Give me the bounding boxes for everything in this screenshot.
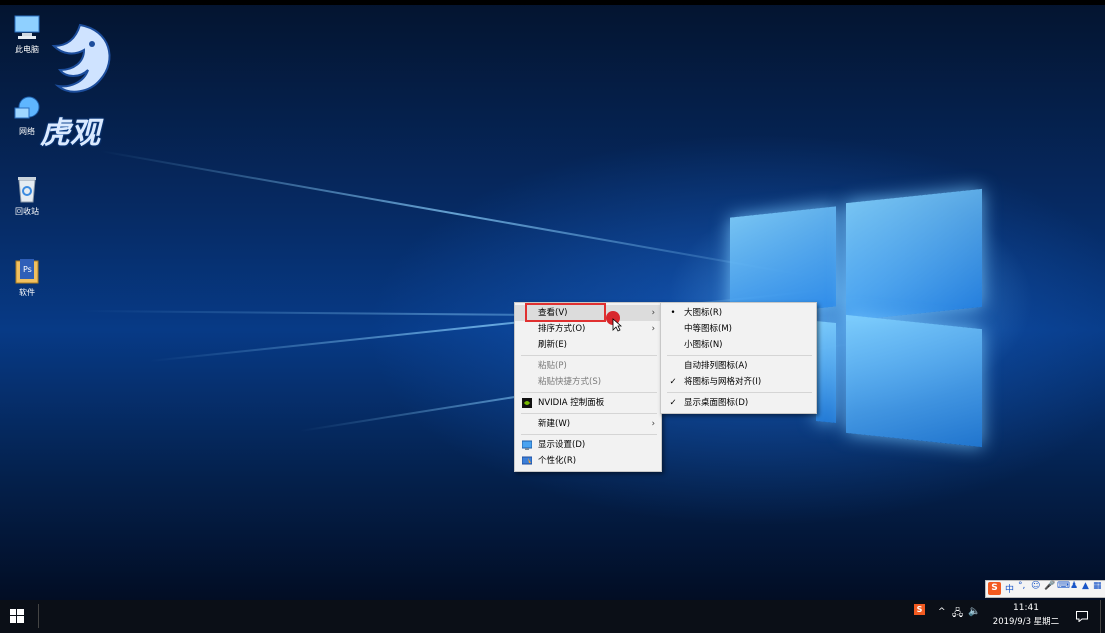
submenu-item-label: 大图标(R) <box>684 308 723 318</box>
submenu-item-large-icons[interactable]: • 大图标(R) <box>661 305 816 321</box>
checkmark-icon: ✓ <box>669 398 677 408</box>
ime-mode-toggle[interactable]: 中 <box>1005 582 1014 595</box>
submenu-item-small-icons[interactable]: 小图标(N) <box>661 337 816 353</box>
menu-item-nvidia-control-panel[interactable]: NVIDIA 控制面板 <box>515 395 661 411</box>
desktop-icon-network[interactable]: 网络 <box>4 94 50 137</box>
computer-icon <box>12 12 42 42</box>
menu-item-label: 个性化(R) <box>538 456 577 466</box>
chevron-right-icon: › <box>651 419 655 429</box>
emoji-icon[interactable]: ☺ <box>1031 581 1040 591</box>
menu-item-display-settings[interactable]: 显示设置(D) <box>515 437 661 453</box>
menu-item-personalize[interactable]: 个性化(R) <box>515 453 661 469</box>
submenu-item-label: 中等图标(M) <box>684 324 732 334</box>
menu-separator <box>521 355 657 356</box>
menu-separator <box>521 413 657 414</box>
menu-item-label: 粘贴(P) <box>538 361 567 371</box>
submenu-item-auto-arrange[interactable]: 自动排列图标(A) <box>661 358 816 374</box>
highlight-box <box>525 303 606 322</box>
wallpaper-beam <box>99 150 810 278</box>
menu-item-label: 新建(W) <box>538 419 571 429</box>
menu-item-paste-shortcut[interactable]: 粘贴快捷方式(S) <box>515 374 661 390</box>
toolbox-icon[interactable]: ▦ <box>1093 581 1102 591</box>
taskbar-divider <box>38 604 39 628</box>
submenu-item-show-desktop-icons[interactable]: ✓ 显示桌面图标(D) <box>661 395 816 411</box>
menu-item-refresh[interactable]: 刷新(E) <box>515 337 661 353</box>
menu-item-label: NVIDIA 控制面板 <box>538 398 605 408</box>
desktop-icon-label: 软件 <box>19 288 35 297</box>
menu-separator <box>667 392 812 393</box>
microphone-icon[interactable]: 🎤 <box>1044 581 1055 591</box>
volume-icon[interactable]: 🔈 <box>968 606 980 617</box>
menu-item-new[interactable]: 新建(W) › <box>515 416 661 432</box>
submenu-item-align-to-grid[interactable]: ✓ 将图标与网格对齐(I) <box>661 374 816 390</box>
action-center-button[interactable] <box>1070 600 1094 633</box>
desktop-background[interactable] <box>0 0 1105 600</box>
watermark-logo: 虎观 <box>40 20 120 151</box>
clock-time: 11:41 <box>1013 603 1039 613</box>
submenu-item-label: 显示桌面图标(D) <box>684 398 749 408</box>
punctuation-icon[interactable]: °, <box>1018 581 1025 591</box>
menu-item-sort-by[interactable]: 排序方式(O) › <box>515 321 661 337</box>
desktop-icon-label: 此电脑 <box>15 45 39 54</box>
dragon-logo-icon <box>51 23 111 93</box>
top-black-strip <box>0 0 1105 5</box>
notification-icon <box>1076 611 1088 622</box>
network-icon <box>12 94 42 124</box>
desktop-icon-recycle-bin[interactable]: 回收站 <box>4 174 50 217</box>
show-hidden-icons-chevron[interactable]: ^ <box>938 607 946 617</box>
view-submenu: • 大图标(R) 中等图标(M) 小图标(N) 自动排列图标(A) ✓ 将图标与… <box>660 302 817 414</box>
user-icon[interactable]: ♟ <box>1070 581 1078 591</box>
desktop-icon-software[interactable]: Ps 软件 <box>4 255 50 298</box>
chevron-right-icon: › <box>651 308 655 318</box>
network-tray-icon[interactable]: 🖧 <box>952 606 963 623</box>
selected-bullet-icon: • <box>670 308 676 318</box>
menu-item-label: 显示设置(D) <box>538 440 586 450</box>
desktop-icon-label: 网络 <box>19 127 35 136</box>
menu-item-label: 刷新(E) <box>538 340 568 350</box>
svg-text:Ps: Ps <box>23 265 32 274</box>
checkmark-icon: ✓ <box>669 377 677 387</box>
windows-logo-pane <box>846 314 982 448</box>
windows-logo-pane <box>846 188 982 322</box>
taskbar: S ^ 🖧 🔈 11:41 2019/9/3 星期二 <box>0 600 1105 633</box>
menu-separator <box>521 392 657 393</box>
menu-item-paste[interactable]: 粘贴(P) <box>515 358 661 374</box>
nvidia-icon <box>522 395 532 414</box>
sogou-logo-icon[interactable]: S <box>988 582 1001 595</box>
folder-icon: Ps <box>12 255 42 285</box>
personalize-icon <box>521 453 533 472</box>
recycle-bin-icon <box>12 174 42 204</box>
desktop-icon-label: 回收站 <box>15 207 39 216</box>
submenu-item-label: 小图标(N) <box>684 340 723 350</box>
skin-icon[interactable]: ▲ <box>1082 581 1089 591</box>
start-button[interactable] <box>0 600 34 633</box>
clock[interactable]: 11:41 2019/9/3 星期二 <box>990 601 1062 629</box>
menu-separator <box>667 355 812 356</box>
keyboard-icon[interactable]: ⌨ <box>1057 581 1070 591</box>
menu-item-label: 排序方式(O) <box>538 324 586 334</box>
submenu-item-label: 将图标与网格对齐(I) <box>684 377 762 387</box>
windows-start-icon <box>10 609 24 623</box>
desktop-context-menu: 查看(V) › 排序方式(O) › 刷新(E) 粘贴(P) 粘贴快捷方式(S) … <box>514 302 662 472</box>
menu-separator <box>521 434 657 435</box>
submenu-item-medium-icons[interactable]: 中等图标(M) <box>661 321 816 337</box>
submenu-item-label: 自动排列图标(A) <box>684 361 748 371</box>
menu-item-label: 粘贴快捷方式(S) <box>538 377 602 387</box>
show-desktop-strip[interactable] <box>1100 600 1105 633</box>
ime-toolbar: S 中 °, ☺ 🎤 ⌨ ♟ ▲ ▦ <box>985 580 1105 598</box>
desktop-icon-this-pc[interactable]: 此电脑 <box>4 12 50 55</box>
windows-logo-pane <box>816 320 836 424</box>
mouse-pointer-icon <box>612 318 622 332</box>
clock-date: 2019/9/3 星期二 <box>992 617 1060 627</box>
windows-logo-pane <box>730 206 836 318</box>
chevron-right-icon: › <box>651 324 655 334</box>
sogou-tray-icon[interactable]: S <box>914 604 925 615</box>
